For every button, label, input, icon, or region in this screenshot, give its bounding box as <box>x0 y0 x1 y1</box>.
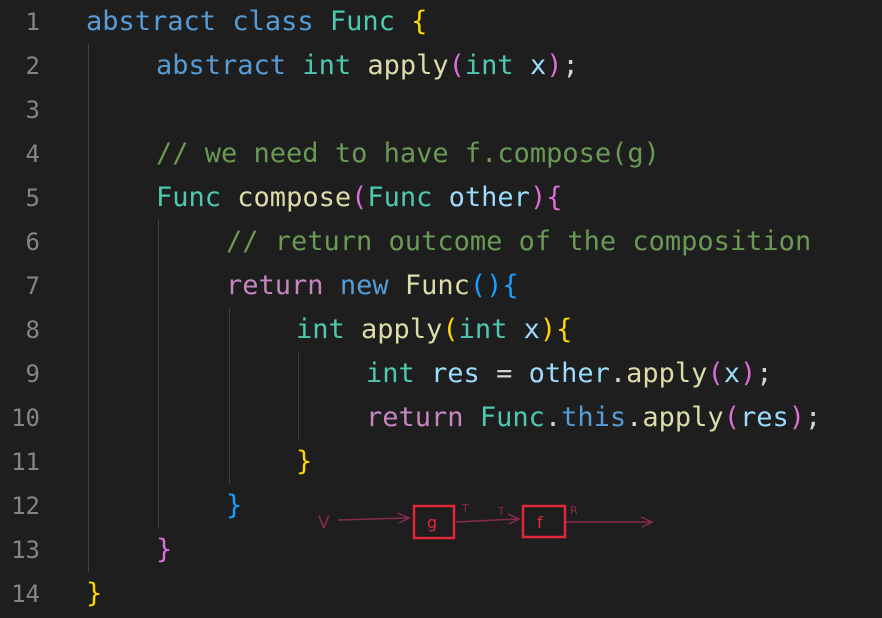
annotation-mid-label-2: T <box>497 505 505 518</box>
annotation-mid-label-1: T <box>461 502 469 515</box>
handwritten-annotation: V g T T f R <box>318 502 654 540</box>
annotation-arrow-mid <box>455 513 521 525</box>
annotation-output-label: R <box>570 504 578 517</box>
annotation-box-f <box>521 504 567 539</box>
annotation-input-label: V <box>318 513 330 533</box>
annotation-arrow-input <box>337 512 411 524</box>
annotation-box-f-label: f <box>537 513 543 532</box>
annotation-arrow-output <box>566 516 654 528</box>
annotation-box-g-label: g <box>427 513 437 532</box>
code-editor[interactable]: 1 abstract class Func {2 abstract int appl… <box>0 0 882 618</box>
